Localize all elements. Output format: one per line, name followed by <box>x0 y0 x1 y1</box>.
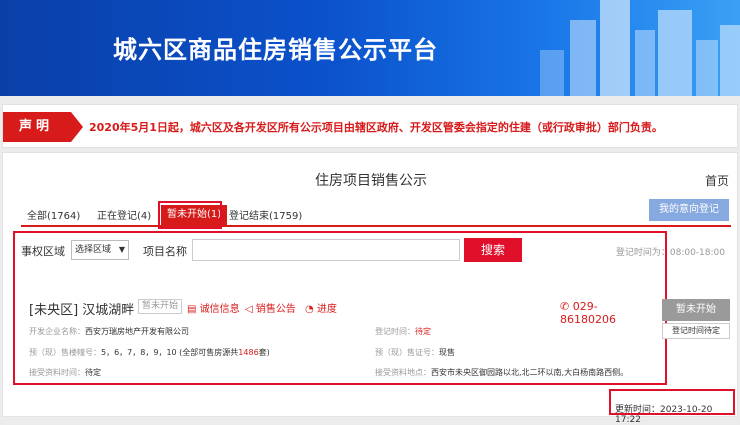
developer-label: 开发企业名称： <box>29 327 85 336</box>
status-note: 登记时间待定 <box>662 323 730 339</box>
sales-announcement-label: 销售公告 <box>255 304 296 315</box>
megaphone-icon: ◁ <box>245 304 253 315</box>
project-status-badge: 暂未开始 <box>138 299 183 314</box>
notice-tag: 声明 <box>3 112 83 142</box>
tab-registration-ended[interactable]: 登记结束(1759) <box>229 207 302 227</box>
home-link[interactable]: 首页 <box>705 172 729 189</box>
units-suffix: 套) <box>258 348 270 357</box>
license-row: 预（现）售证号：现售 <box>375 347 455 358</box>
city-skyline-graphic <box>540 0 740 96</box>
notice-bar: 声明 2020年5月1日起，城六区及各开发区所有公示项目由辖区政府、开发区管委会… <box>2 104 738 148</box>
credit-info-label: 诚信信息 <box>199 304 240 315</box>
tab-registering[interactable]: 正在登记(4) <box>97 207 151 227</box>
document-icon: ▤ <box>187 304 197 315</box>
units-count: 1486 <box>238 348 259 357</box>
tab-all[interactable]: 全部(1764) <box>27 207 80 227</box>
progress-label: 进度 <box>316 304 337 315</box>
buildings-label: 预（现）售楼幢号： <box>29 348 101 357</box>
address-row: 接受资料地点：西安市未央区御园路以北,北二环以南,大白杨南路西侧。 <box>375 367 628 378</box>
address-value: 西安市未央区御园路以北,北二环以南,大白杨南路西侧。 <box>431 368 629 377</box>
platform-title: 城六区商品住房销售公示平台 <box>113 36 438 64</box>
project-card: [未央区] 汉城湖畔 暂未开始 ▤ 诚信信息 ◁ 销售公告 ◔ 进度 ✆ 029… <box>25 291 653 381</box>
phone-number: ✆ 029-86180206 <box>560 300 653 326</box>
developer-value: 西安万瑞房地产开发有限公司 <box>85 327 189 336</box>
buildings-row: 预（现）售楼幢号：5，6，7，8，9，10 (全部可售房源共1486套) <box>29 347 270 358</box>
accept-time-label: 接受资料时间： <box>29 368 85 377</box>
license-label: 预（现）售证号： <box>375 348 439 357</box>
project-status-button[interactable]: 暂未开始 <box>662 299 730 321</box>
phone-icon: ✆ <box>560 300 570 313</box>
developer-row: 开发企业名称：西安万瑞房地产开发有限公司 <box>29 326 189 337</box>
notice-text: 2020年5月1日起，城六区及各开发区所有公示项目由辖区政府、开发区管委会指定的… <box>89 121 663 134</box>
progress-link[interactable]: ◔ 进度 <box>305 300 337 315</box>
clock-icon: ◔ <box>305 304 314 315</box>
highlight-box-tab <box>158 201 222 229</box>
buildings-value: 5，6，7，8，9，10 (全部可售房源共 <box>101 348 239 357</box>
register-time-value: 待定 <box>415 327 431 336</box>
page-title: 住房项目销售公示 <box>315 173 427 189</box>
accept-time-value: 待定 <box>85 368 101 377</box>
project-name[interactable]: [未央区] 汉城湖畔 <box>29 299 134 318</box>
updated-time: 更新时间：2023-10-20 17:22 <box>615 405 713 425</box>
register-time-row: 登记时间：待定 <box>375 326 431 337</box>
sales-announcement-link[interactable]: ◁ 销售公告 <box>245 300 296 315</box>
intent-register-button[interactable]: 我的意向登记 <box>649 199 729 221</box>
tab-underline <box>21 225 731 227</box>
phone-text: 029-86180206 <box>560 300 616 326</box>
license-value: 现售 <box>439 348 455 357</box>
credit-info-link[interactable]: ▤ 诚信信息 <box>187 300 240 315</box>
header-banner: 城六区商品住房销售公示平台 <box>0 0 740 96</box>
accept-time-row: 接受资料时间：待定 <box>29 367 101 378</box>
main-panel: 住房项目销售公示 首页 全部(1764) 正在登记(4) 暂未开始(1) 登记结… <box>2 152 738 425</box>
register-time-label: 登记时间： <box>375 327 415 336</box>
address-label: 接受资料地点： <box>375 368 431 377</box>
